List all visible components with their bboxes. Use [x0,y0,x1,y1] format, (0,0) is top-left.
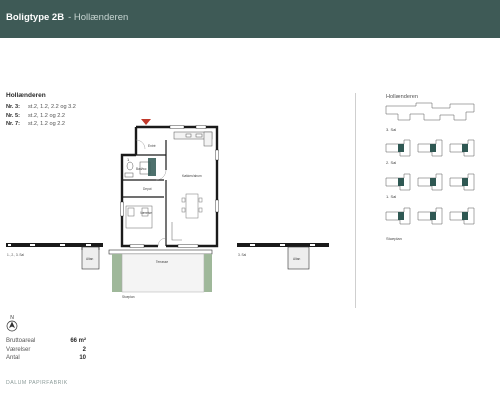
entrance-marker-icon [141,119,151,125]
door-swings [135,139,167,247]
apartment-stats: Bruttoareal 66 m² Værelser 2 Antal 10 [6,337,86,363]
stat-row: Antal 10 [6,354,86,363]
keymap-highlight-2 [398,144,468,152]
bathroom-accent [148,158,156,176]
room-label-entre: Entré [148,144,156,148]
room-label-bad: Bad/wc [136,167,147,171]
vertical-divider [355,93,356,308]
kitchen-counter [173,131,213,147]
north-arrow-icon: N [6,315,18,332]
room-label-vaerelse: Værelse [140,211,152,215]
room-label-depot: Depot [143,187,152,191]
stat-row: Værelser 2 [6,346,86,355]
altan-right-label: Altan [293,257,300,261]
compass-letter: N [10,315,14,321]
stat-value: 2 [82,346,86,353]
altan-left-label: Altan [86,257,93,261]
project-label: Hollænderen [6,92,46,99]
stat-value: 66 m² [70,338,86,344]
stat-label: Bruttoareal [6,338,36,344]
keymap-floor-label: 2. Sal [386,160,396,165]
page-header: Boligtype 2B - Hollænderen [0,0,500,38]
terrace-label: Terrasse [156,260,168,264]
building-keymap: 3. Sal 2. Sal 1. Sal Stueplan [385,102,475,241]
footer-brand: DALUM PAPIRFABRIK [6,380,68,386]
keymap-floor-label: 3. Sal [386,127,396,132]
stueplan-label: Stueplan [122,295,135,299]
title-main: Boligtype 2B [6,12,65,23]
title-sub: - Hollænderen [68,12,129,23]
left-note: 1., 2., 3. Sal [7,253,24,257]
bed [125,205,153,229]
stat-row: Bruttoareal 66 m² [6,337,86,346]
adjacent-building-right [237,243,329,270]
dining-table [181,193,203,219]
floor-plan: 1., 2., 3. Sal Altan 3. Sal Altan Entré … [6,119,329,299]
page-title: Boligtype 2B - Hollænderen [6,12,128,23]
keymap-highlight-1 [398,178,468,186]
stat-label: Værelser [6,346,31,353]
stat-label: Antal [6,355,20,362]
terrace [108,249,213,293]
keymap-floor-label: Stueplan [386,236,402,241]
stat-value: 10 [79,355,86,362]
sofa [171,222,182,241]
keymap-highlight-ground [398,212,468,220]
room-number: 1 [127,157,130,162]
keymap-floor-3 [385,102,475,121]
keymap-floor-label: 1. Sal [386,194,396,199]
room-label-koekken: Køkken/alrum [182,174,202,178]
right-note: 3. Sal [238,253,246,257]
